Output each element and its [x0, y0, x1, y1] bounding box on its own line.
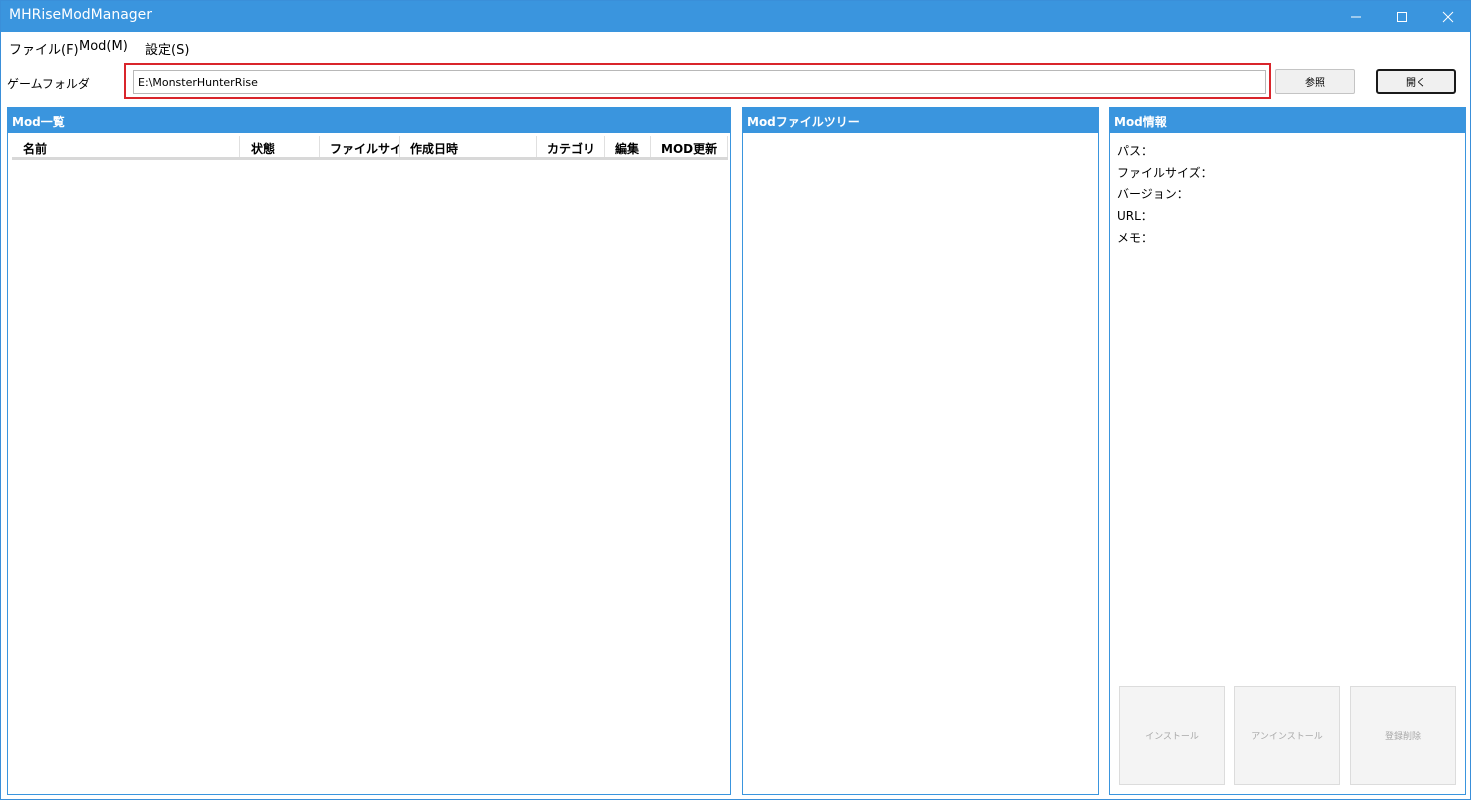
- column-edit[interactable]: 編集: [605, 136, 651, 157]
- minimize-button[interactable]: [1333, 1, 1379, 32]
- maximize-button[interactable]: [1379, 1, 1425, 32]
- column-mod-update[interactable]: MOD更新: [651, 136, 728, 157]
- menu-file[interactable]: ファイル(F): [9, 39, 79, 58]
- game-folder-highlight: [124, 63, 1271, 99]
- mod-file-tree-header: Modファイルツリー: [743, 108, 1098, 133]
- game-folder-input[interactable]: [133, 70, 1266, 94]
- install-button[interactable]: インストール: [1119, 686, 1225, 785]
- close-button[interactable]: [1425, 1, 1471, 32]
- mod-list-column-header: 名前 状態 ファイルサイズ 作成日時 カテゴリ 編集 MOD更新: [12, 136, 728, 160]
- close-icon: [1442, 11, 1454, 22]
- minimize-icon: [1351, 16, 1361, 17]
- game-folder-label: ゲームフォルダ: [7, 77, 90, 91]
- menu-settings[interactable]: 設定(S): [145, 39, 189, 58]
- column-status[interactable]: 状態: [240, 136, 320, 157]
- mod-info-header: Mod情報: [1110, 108, 1465, 133]
- mod-info-panel: Mod情報 パス： ファイルサイズ： バージョン： URL： メモ： インストー…: [1109, 107, 1466, 795]
- info-version-label: バージョン：: [1117, 187, 1189, 201]
- unregister-button[interactable]: 登録削除: [1350, 686, 1456, 785]
- app-window: MHRiseModManager ファイル(F) Mod(M) 設定(S) ゲー…: [0, 0, 1471, 800]
- column-category[interactable]: カテゴリ: [537, 136, 605, 157]
- info-filesize-label: ファイルサイズ：: [1117, 166, 1213, 180]
- uninstall-button[interactable]: アンインストール: [1234, 686, 1340, 785]
- column-name[interactable]: 名前: [12, 136, 240, 157]
- column-created[interactable]: 作成日時: [400, 136, 537, 157]
- info-url-label: URL：: [1117, 209, 1153, 223]
- maximize-icon: [1397, 11, 1407, 22]
- title-bar[interactable]: MHRiseModManager: [1, 1, 1470, 32]
- open-button[interactable]: 開く: [1376, 69, 1456, 94]
- mod-file-tree-panel: Modファイルツリー: [742, 107, 1099, 795]
- mod-list-panel: Mod一覧 名前 状態 ファイルサイズ 作成日時 カテゴリ 編集 MOD更新: [7, 107, 731, 795]
- browse-button[interactable]: 参照: [1275, 69, 1355, 94]
- window-title: MHRiseModManager: [9, 7, 153, 23]
- column-filesize[interactable]: ファイルサイズ: [320, 136, 400, 157]
- info-memo-label: メモ：: [1117, 231, 1154, 245]
- mod-list-header: Mod一覧: [8, 108, 730, 133]
- info-path-label: パス：: [1117, 144, 1154, 158]
- menu-mod[interactable]: Mod(M): [79, 39, 128, 54]
- menu-bar: ファイル(F) Mod(M) 設定(S): [1, 32, 1470, 62]
